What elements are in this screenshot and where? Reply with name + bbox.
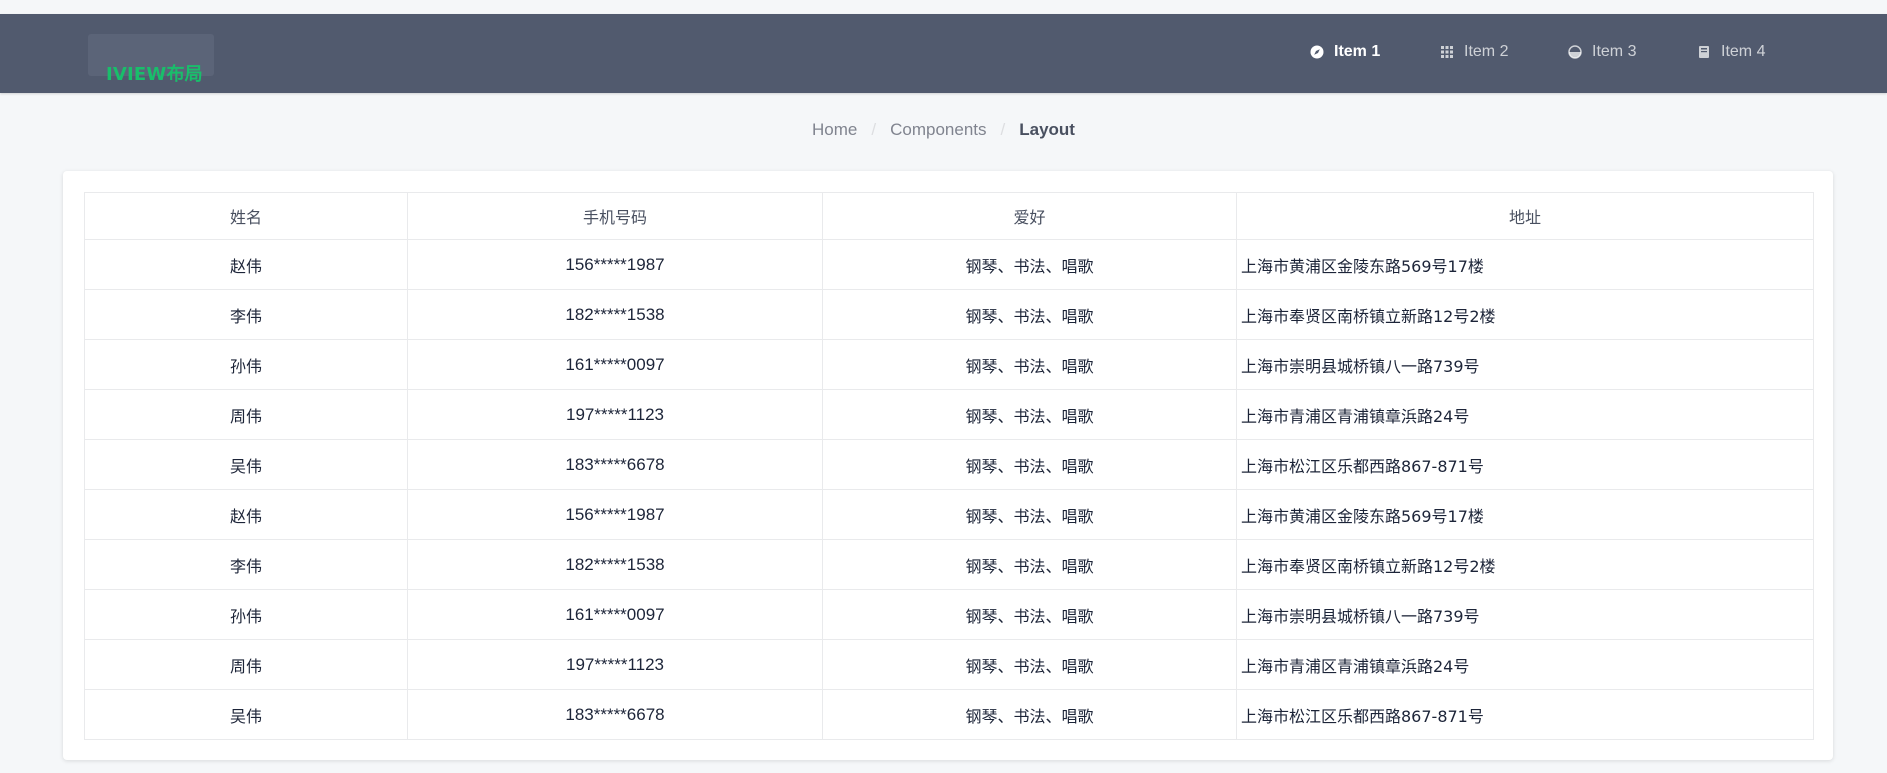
cell-name: 李伟: [84, 289, 408, 340]
breadcrumb-components[interactable]: Components: [890, 120, 986, 139]
cell-hobby: 钢琴、书法、唱歌: [822, 589, 1237, 640]
cell-name: 周伟: [84, 389, 408, 440]
table-row[interactable]: 吴伟 183*****6678 钢琴、书法、唱歌 上海市松江区乐都西路867-8…: [84, 439, 1814, 490]
menu-item-label: Item 2: [1464, 43, 1509, 60]
menu-item-4[interactable]: Item 4: [1697, 28, 1765, 76]
table-row[interactable]: 周伟 197*****1123 钢琴、书法、唱歌 上海市青浦区青浦镇章浜路24号: [84, 639, 1814, 690]
logo-text: IVIEW布局: [106, 64, 203, 85]
cell-phone: 182*****1538: [407, 289, 823, 340]
cell-name: 孙伟: [84, 339, 408, 390]
user-table: 姓名 手机号码 爱好 地址 赵伟 156*****1987 钢琴、书法、唱歌 上…: [84, 192, 1814, 740]
pie-icon: [1568, 45, 1582, 59]
breadcrumb-separator: /: [871, 120, 877, 139]
cell-address: 上海市松江区乐都西路867-871号: [1236, 689, 1814, 740]
cell-hobby: 钢琴、书法、唱歌: [822, 339, 1237, 390]
menu-item-label: Item 1: [1334, 43, 1381, 60]
breadcrumb-home[interactable]: Home: [812, 120, 857, 139]
cell-address: 上海市崇明县城桥镇八一路739号: [1236, 339, 1814, 390]
menu-item-1[interactable]: Item 1: [1310, 28, 1380, 76]
cell-name: 赵伟: [84, 239, 408, 290]
column-header-address[interactable]: 地址: [1236, 192, 1814, 240]
cell-phone: 197*****1123: [407, 389, 823, 440]
cell-phone: 156*****1987: [407, 489, 823, 540]
breadcrumb: Home / Components / Layout: [0, 120, 1887, 140]
cell-hobby: 钢琴、书法、唱歌: [822, 289, 1237, 340]
cell-phone: 183*****6678: [407, 439, 823, 490]
cell-hobby: 钢琴、书法、唱歌: [822, 639, 1237, 690]
menu-item-label: Item 3: [1592, 43, 1637, 60]
cell-address: 上海市崇明县城桥镇八一路739号: [1236, 589, 1814, 640]
cell-address: 上海市松江区乐都西路867-871号: [1236, 439, 1814, 490]
table-row[interactable]: 孙伟 161*****0097 钢琴、书法、唱歌 上海市崇明县城桥镇八一路739…: [84, 339, 1814, 390]
content-card: 姓名 手机号码 爱好 地址 赵伟 156*****1987 钢琴、书法、唱歌 上…: [63, 171, 1833, 760]
top-navbar: IVIEW布局 Item 1 Item 2 Item 3 Item 4: [0, 14, 1887, 93]
cell-address: 上海市奉贤区南桥镇立新路12号2楼: [1236, 289, 1814, 340]
cell-hobby: 钢琴、书法、唱歌: [822, 389, 1237, 440]
cell-name: 周伟: [84, 639, 408, 690]
table-row[interactable]: 孙伟 161*****0097 钢琴、书法、唱歌 上海市崇明县城桥镇八一路739…: [84, 589, 1814, 640]
book-icon: [1697, 45, 1711, 59]
cell-name: 李伟: [84, 539, 408, 590]
cell-phone: 197*****1123: [407, 639, 823, 690]
cell-address: 上海市黄浦区金陵东路569号17楼: [1236, 489, 1814, 540]
cell-hobby: 钢琴、书法、唱歌: [822, 689, 1237, 740]
cell-phone: 182*****1538: [407, 539, 823, 590]
cell-hobby: 钢琴、书法、唱歌: [822, 489, 1237, 540]
grid-icon: [1440, 45, 1454, 59]
cell-address: 上海市黄浦区金陵东路569号17楼: [1236, 239, 1814, 290]
cell-phone: 161*****0097: [407, 589, 823, 640]
cell-address: 上海市奉贤区南桥镇立新路12号2楼: [1236, 539, 1814, 590]
compass-icon: [1310, 45, 1324, 59]
table-row[interactable]: 李伟 182*****1538 钢琴、书法、唱歌 上海市奉贤区南桥镇立新路12号…: [84, 539, 1814, 590]
table-row[interactable]: 周伟 197*****1123 钢琴、书法、唱歌 上海市青浦区青浦镇章浜路24号: [84, 389, 1814, 440]
cell-phone: 161*****0097: [407, 339, 823, 390]
column-header-phone[interactable]: 手机号码: [407, 192, 823, 240]
table-header-row: 姓名 手机号码 爱好 地址: [84, 192, 1814, 240]
menu-item-2[interactable]: Item 2: [1440, 28, 1508, 76]
breadcrumb-current: Layout: [1019, 120, 1075, 139]
table-row[interactable]: 赵伟 156*****1987 钢琴、书法、唱歌 上海市黄浦区金陵东路569号1…: [84, 489, 1814, 540]
cell-name: 赵伟: [84, 489, 408, 540]
menu-item-label: Item 4: [1721, 43, 1766, 60]
table-row[interactable]: 吴伟 183*****6678 钢琴、书法、唱歌 上海市松江区乐都西路867-8…: [84, 689, 1814, 740]
cell-hobby: 钢琴、书法、唱歌: [822, 539, 1237, 590]
cell-name: 吴伟: [84, 439, 408, 490]
cell-phone: 156*****1987: [407, 239, 823, 290]
breadcrumb-separator: /: [1000, 120, 1006, 139]
cell-name: 孙伟: [84, 589, 408, 640]
cell-hobby: 钢琴、书法、唱歌: [822, 439, 1237, 490]
menu-item-3[interactable]: Item 3: [1568, 28, 1636, 76]
column-header-name[interactable]: 姓名: [84, 192, 408, 240]
table-row[interactable]: 李伟 182*****1538 钢琴、书法、唱歌 上海市奉贤区南桥镇立新路12号…: [84, 289, 1814, 340]
cell-name: 吴伟: [84, 689, 408, 740]
cell-address: 上海市青浦区青浦镇章浜路24号: [1236, 639, 1814, 690]
cell-address: 上海市青浦区青浦镇章浜路24号: [1236, 389, 1814, 440]
column-header-hobby[interactable]: 爱好: [822, 192, 1237, 240]
cell-phone: 183*****6678: [407, 689, 823, 740]
table-row[interactable]: 赵伟 156*****1987 钢琴、书法、唱歌 上海市黄浦区金陵东路569号1…: [84, 239, 1814, 290]
cell-hobby: 钢琴、书法、唱歌: [822, 239, 1237, 290]
